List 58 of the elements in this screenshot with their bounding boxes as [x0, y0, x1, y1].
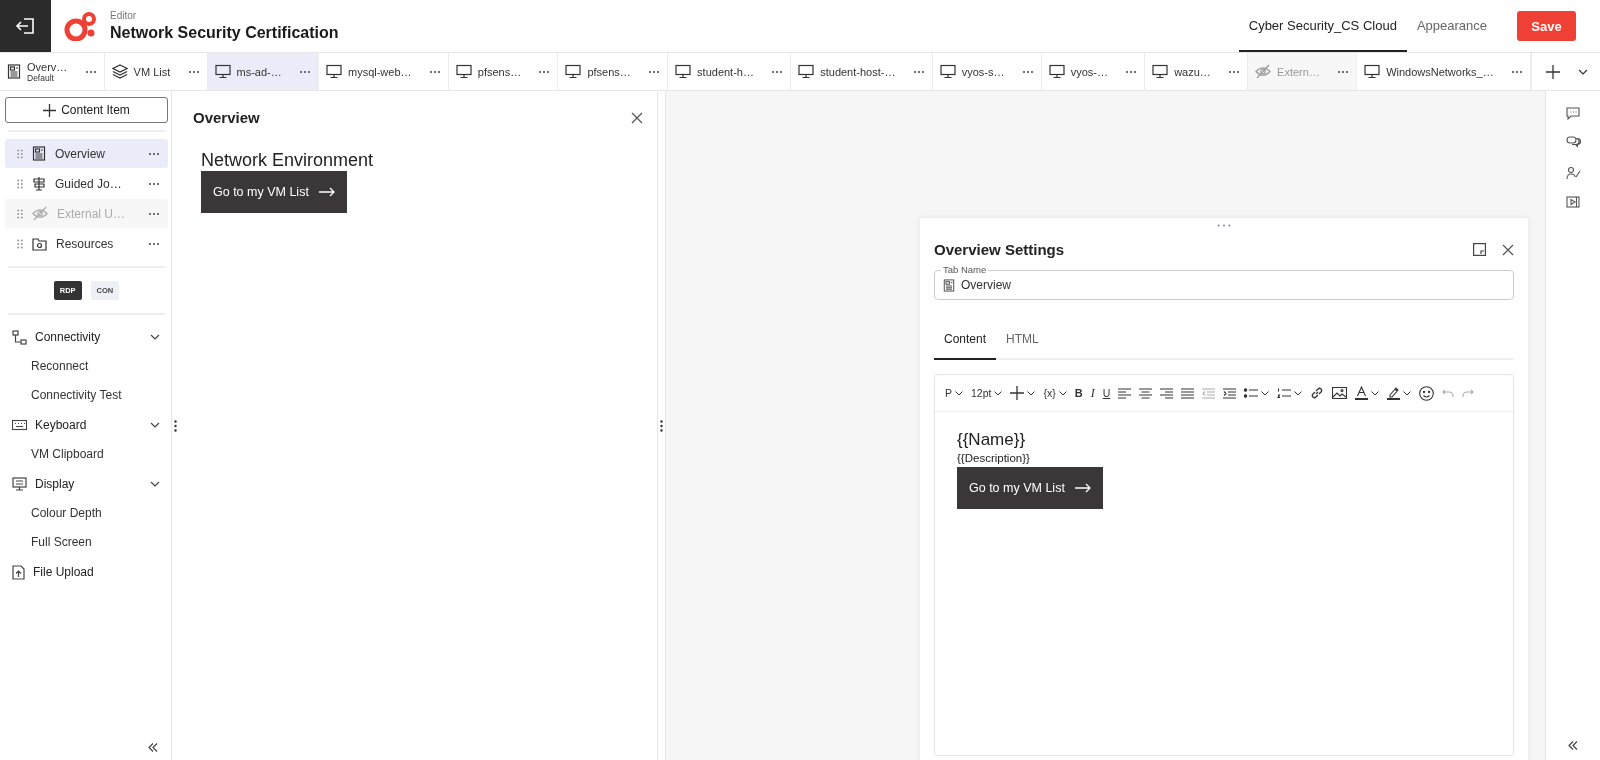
tool-group-label[interactable]: Connectivity	[35, 330, 142, 344]
vm-tab[interactable]: vyos-…	[1041, 53, 1146, 90]
vm-tab[interactable]: pfsens…	[448, 53, 559, 90]
vm-tab[interactable]: WindowsNetworks_…	[1357, 53, 1531, 90]
tool-item[interactable]: Colour Depth	[5, 499, 102, 528]
tab-label: vyos-…	[1070, 65, 1109, 78]
tool-group-label[interactable]: Keyboard	[35, 418, 142, 432]
vm-tab[interactable]: vyos-s…	[932, 53, 1042, 90]
tab-label: wazu…	[1174, 65, 1212, 78]
editor-tab[interactable]: Content	[934, 322, 997, 360]
settings-title: Overview Settings	[934, 241, 1066, 258]
tab-label: student-host-…	[820, 65, 897, 78]
vm-tab[interactable]: VM List	[104, 53, 208, 90]
toolbar-button[interactable]: U	[1098, 382, 1115, 404]
tab-label: ms-ad-…	[236, 65, 283, 78]
content-item[interactable]: Overview	[5, 139, 168, 168]
toolbar-button[interactable]: {x}	[1039, 382, 1071, 404]
tool-item[interactable]: Reconnect	[5, 352, 89, 381]
tool-item[interactable]: Full Screen	[5, 528, 92, 557]
tab-label: student-h…	[697, 65, 755, 78]
header-tab[interactable]: Appearance	[1406, 0, 1497, 52]
content-heading: Network Environment	[201, 150, 374, 171]
tool-group-label[interactable]: Display	[35, 477, 142, 491]
vm-list-button[interactable]: Go to my VM List	[957, 467, 1103, 509]
vm-tab[interactable]: student-host-…	[791, 53, 933, 90]
name-placeholder-text: {{Name}}	[957, 430, 1026, 450]
content-item[interactable]: Resources	[5, 229, 168, 258]
course-title: Network Security Certification	[110, 24, 339, 42]
tool-item[interactable]: VM Clipboard	[5, 440, 104, 469]
tab-label: mysql-web…	[347, 65, 413, 78]
tab-label: pfsens…	[477, 65, 523, 78]
vm-tab[interactable]: mysql-web…	[318, 53, 449, 90]
vm-tab[interactable]: Overv… Default	[0, 53, 105, 90]
vm-tab[interactable]: pfsens…	[558, 53, 669, 90]
toolbar-button[interactable]: I	[1086, 382, 1099, 404]
rich-text-editor[interactable]: P 12pt {x} B I U {{Name}} {{Description}} Go to my VM List	[934, 374, 1514, 756]
tool-item[interactable]: Connectivity Test	[5, 381, 122, 410]
tab-label: pfsens…	[587, 65, 632, 78]
tab-label: Overv…	[27, 60, 69, 73]
description-placeholder-text: {{Description}}	[957, 452, 1030, 464]
add-content-button[interactable]: Content Item	[5, 97, 168, 123]
toolbar-button[interactable]: 12pt	[967, 382, 1007, 404]
content-item[interactable]: Guided Jo…	[5, 169, 168, 198]
vm-tab[interactable]: student-h…	[668, 53, 792, 90]
panel-title: Overview	[193, 109, 260, 126]
section-label: Editor	[110, 10, 138, 21]
toolbar-button[interactable]: P	[941, 382, 967, 404]
save-button[interactable]: Save	[1517, 11, 1576, 41]
tab-sublabel: Default	[27, 72, 55, 83]
vm-tab[interactable]: ms-ad-…	[207, 53, 319, 90]
toolbar-button[interactable]: B	[1070, 382, 1087, 404]
vm-list-button[interactable]: Go to my VM List	[201, 171, 347, 213]
tool-group-label[interactable]: File Upload	[33, 565, 160, 579]
tab-label: VM List	[133, 65, 172, 78]
tab-label: vyos-s…	[961, 65, 1006, 78]
editor-tab[interactable]: HTML	[996, 322, 1049, 360]
tab-label: Extern…	[1277, 65, 1321, 78]
tab-label: WindowsNetworks_…	[1386, 65, 1495, 78]
